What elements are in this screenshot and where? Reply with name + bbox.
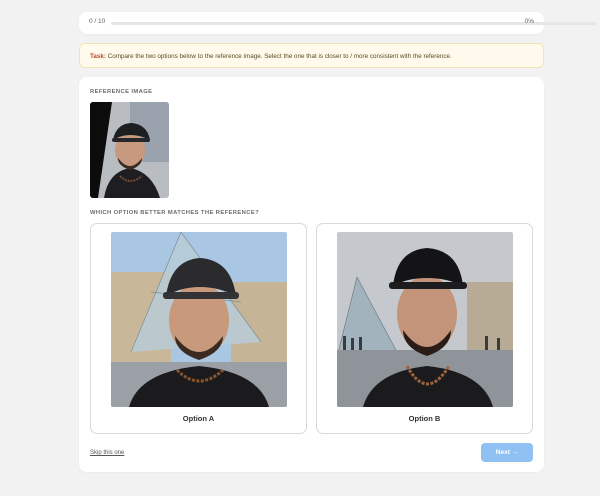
progress-count: 0 / 10 [89, 18, 106, 25]
skip-link[interactable]: Skip this one [90, 450, 124, 456]
reference-image [90, 102, 169, 198]
progress-track [111, 22, 596, 25]
option-b-label: Option B [408, 414, 441, 423]
option-a-card[interactable]: Option A [90, 223, 307, 434]
option-a-label: Option A [182, 414, 215, 423]
task-prefix: Task: [90, 53, 106, 60]
question-label: WHICH OPTION BETTER MATCHES THE REFERENC… [90, 210, 260, 216]
progress-card: 0 / 10 0% [79, 12, 596, 34]
next-button[interactable]: Next → [481, 443, 533, 462]
task-banner: Task: Compare the two options below to t… [79, 43, 544, 68]
comparison-card: REFERENCE IMAGE WHICH OPTION BETTER MATC… [79, 77, 544, 472]
progress-percent: 0% [524, 18, 534, 25]
option-b-card[interactable]: Option B [316, 223, 533, 434]
task-text: Compare the two options below to the ref… [105, 53, 452, 60]
reference-label: REFERENCE IMAGE [90, 89, 153, 95]
option-a-image [111, 232, 287, 407]
option-b-image [337, 232, 513, 407]
